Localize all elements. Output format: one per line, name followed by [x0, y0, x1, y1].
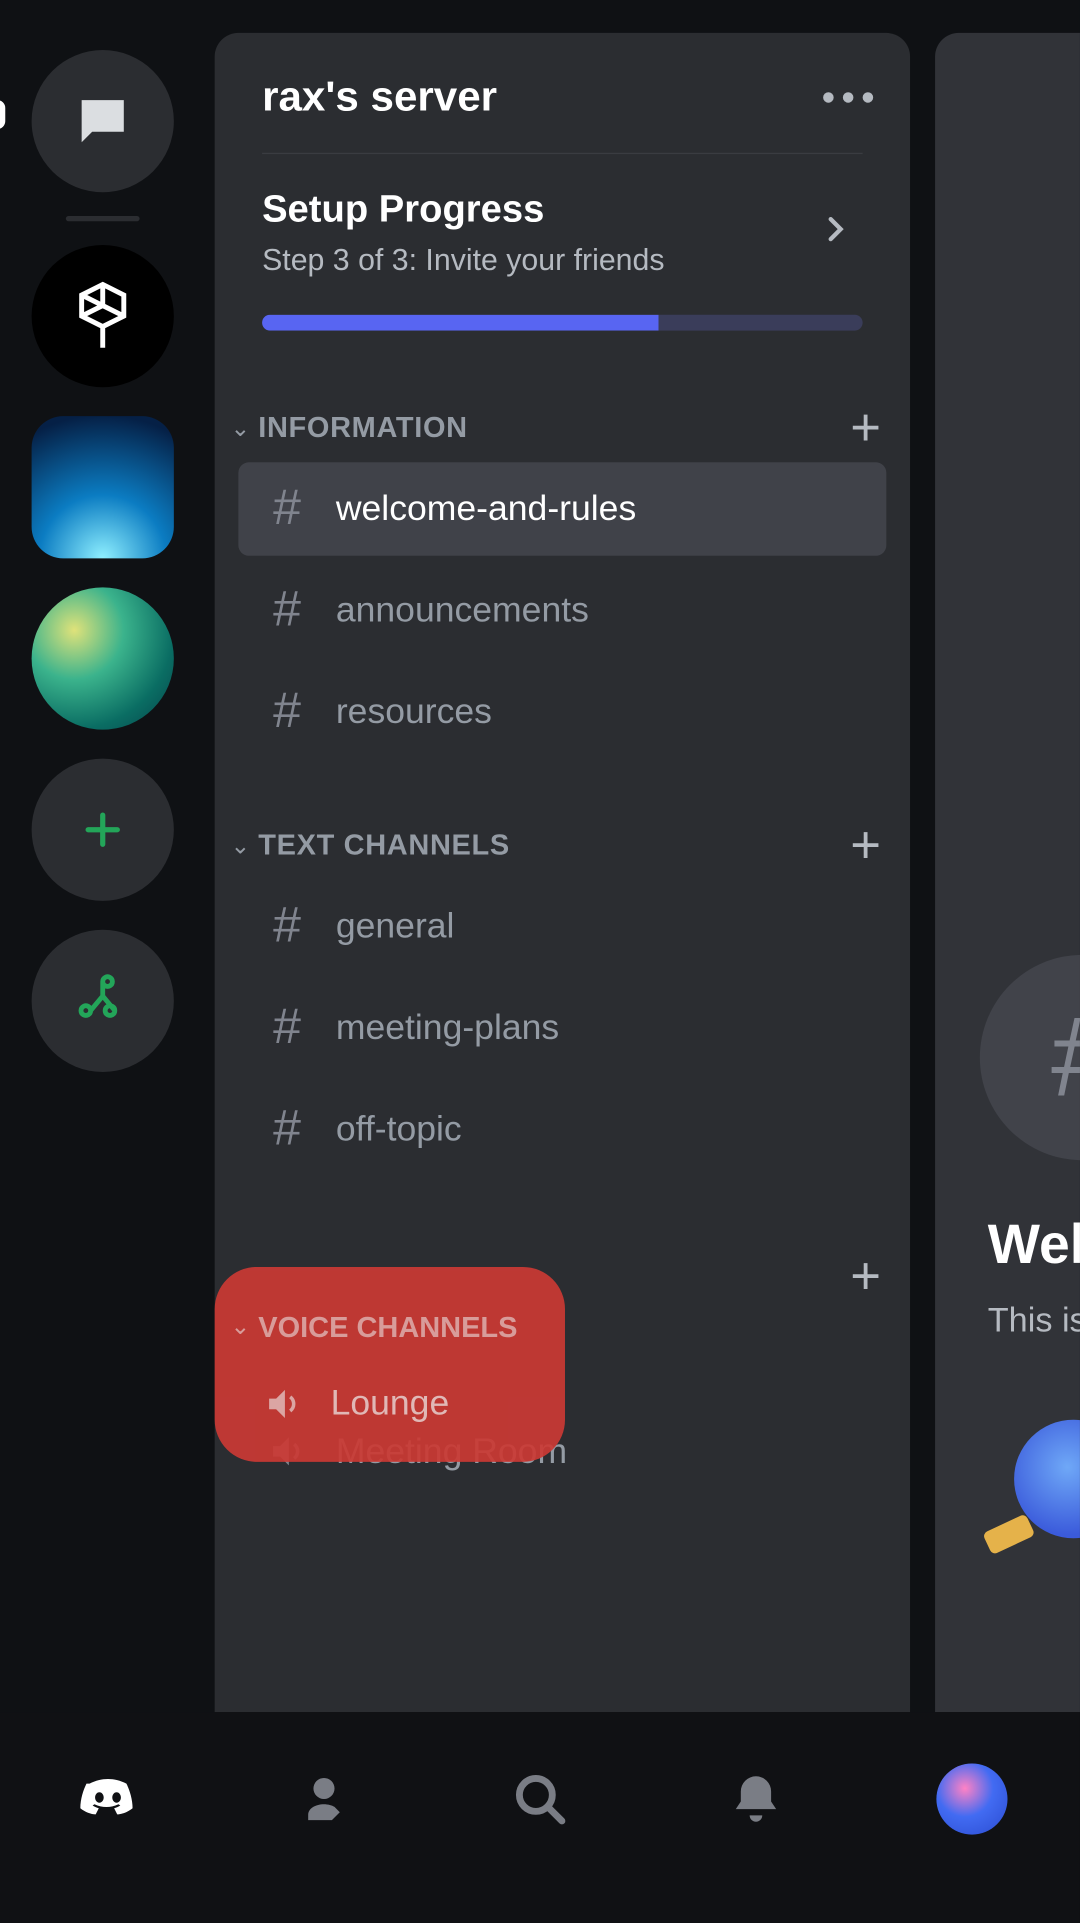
channel-label: resources: [336, 691, 492, 732]
channel-label: off-topic: [336, 1109, 462, 1150]
channel-label: general: [336, 906, 455, 947]
chevron-down-icon: ⌄: [230, 414, 250, 442]
avatar: [936, 1763, 1007, 1834]
hub-icon: [73, 972, 131, 1030]
channel-label: meeting-plans: [336, 1008, 559, 1049]
add-server-button[interactable]: [31, 759, 173, 901]
hash-icon: #: [265, 1000, 310, 1057]
channel-label: welcome-and-rules: [336, 489, 636, 530]
discord-icon: [71, 1762, 145, 1836]
progress-fill: [262, 315, 658, 331]
category-label: TEXT CHANNELS: [258, 828, 510, 862]
hash-icon: #: [265, 582, 310, 639]
content-peek: # Wel This is: [935, 33, 1080, 1712]
channel-general[interactable]: # general: [238, 880, 886, 974]
nav-notifications[interactable]: [716, 1760, 795, 1839]
active-indicator: [0, 100, 5, 129]
plus-icon: [77, 805, 127, 855]
channel-resources[interactable]: # resources: [238, 665, 886, 759]
channel-off-topic[interactable]: # off-topic: [238, 1083, 886, 1177]
progress-bar: [262, 315, 863, 331]
add-channel-button[interactable]: +: [850, 402, 881, 455]
setup-progress-card[interactable]: Setup Progress Step 3 of 3: Invite your …: [215, 154, 910, 341]
category-header-information[interactable]: ⌄ INFORMATION +: [215, 402, 910, 455]
server-icon-openai[interactable]: [31, 245, 173, 387]
category-header-text-channels[interactable]: ⌄ TEXT CHANNELS +: [215, 819, 910, 872]
discover-button[interactable]: [31, 930, 173, 1072]
friend-wave-icon: [292, 1767, 355, 1830]
server-title[interactable]: rax's server: [262, 72, 497, 121]
nav-search[interactable]: [500, 1760, 579, 1839]
server-icon-1[interactable]: [31, 416, 173, 558]
highlight-category: VOICE CHANNELS: [258, 1310, 517, 1344]
channel-announcements[interactable]: # announcements: [238, 564, 886, 658]
chevron-down-icon: ⌄: [230, 832, 250, 860]
chevron-right-icon: [818, 212, 852, 246]
hash-icon: #: [265, 1101, 310, 1158]
hash-icon: #: [265, 481, 310, 538]
nav-home[interactable]: [68, 1760, 147, 1839]
setup-subtitle: Step 3 of 3: Invite your friends: [262, 242, 863, 278]
setup-title: Setup Progress: [262, 188, 863, 231]
channel-hero-icon: #: [980, 955, 1080, 1160]
direct-messages-button[interactable]: [31, 50, 173, 192]
highlight-annotation: ⌄ VOICE CHANNELS Lounge: [215, 1267, 565, 1462]
category-label: INFORMATION: [258, 411, 468, 445]
nav-profile[interactable]: [932, 1760, 1011, 1839]
hash-icon: #: [265, 684, 310, 741]
hash-icon: #: [1051, 992, 1080, 1122]
more-icon: [823, 92, 834, 103]
illustration: [1014, 1420, 1080, 1539]
search-icon: [507, 1766, 573, 1832]
bell-icon: [726, 1769, 787, 1830]
chevron-down-icon: ⌄: [230, 1313, 250, 1341]
openai-icon: [60, 274, 144, 358]
add-channel-button[interactable]: +: [850, 819, 881, 872]
channel-label: announcements: [336, 590, 589, 631]
bottom-nav: [0, 1712, 1080, 1923]
channel-welcome-and-rules[interactable]: # welcome-and-rules: [238, 462, 886, 556]
highlight-channel: Lounge: [331, 1383, 450, 1424]
add-channel-button[interactable]: +: [850, 1250, 881, 1303]
server-icon-2[interactable]: [31, 587, 173, 729]
rail-divider: [65, 216, 139, 221]
server-rail: [0, 0, 204, 1712]
hash-icon: #: [265, 898, 310, 955]
server-menu-button[interactable]: [823, 92, 873, 103]
channel-meeting-plans[interactable]: # meeting-plans: [238, 981, 886, 1075]
peek-subtitle: This is: [988, 1300, 1080, 1341]
chat-bubble-icon: [70, 90, 133, 153]
peek-title: Wel: [988, 1213, 1080, 1276]
speaker-icon: [262, 1382, 304, 1424]
nav-friends[interactable]: [284, 1760, 363, 1839]
